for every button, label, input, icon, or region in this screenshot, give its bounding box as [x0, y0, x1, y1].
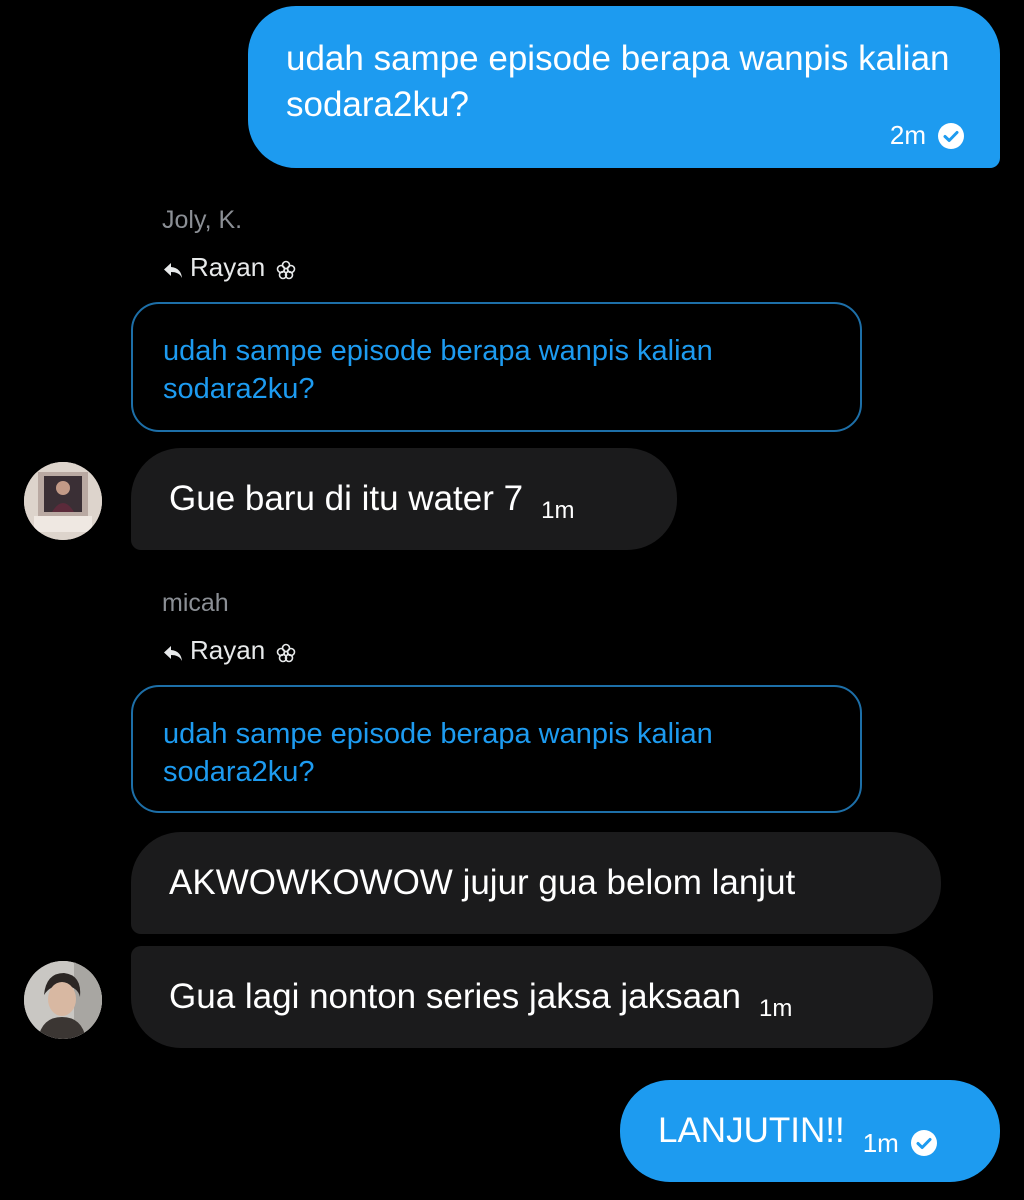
outgoing-message-bubble[interactable]: LANJUTIN!! 1m — [620, 1080, 1000, 1182]
reply-arrow-icon — [162, 257, 184, 279]
flower-icon — [275, 257, 297, 279]
flower-icon — [275, 640, 297, 662]
message-time: 1m — [862, 1127, 899, 1158]
quoted-message[interactable]: udah sampe episode berapa wanpis kalian … — [131, 685, 862, 813]
avatar[interactable] — [24, 462, 102, 540]
sender-name: micah — [162, 589, 229, 617]
message-meta: 1m — [863, 1128, 937, 1159]
message-text: Gue baru di itu water 7 — [169, 479, 524, 518]
message-time: 1m — [541, 497, 575, 524]
incoming-message-bubble[interactable]: AKWOWKOWOW jujur gua belom lanjut — [131, 832, 941, 934]
quoted-message[interactable]: udah sampe episode berapa wanpis kalian … — [131, 302, 862, 432]
message-text: AKWOWKOWOW jujur gua belom lanjut — [169, 863, 796, 902]
reply-indicator: Rayan — [162, 635, 297, 666]
message-text: LANJUTIN!! — [658, 1111, 845, 1150]
reply-indicator: Rayan — [162, 252, 297, 283]
reply-arrow-icon — [162, 640, 184, 662]
message-meta: 2m — [890, 120, 964, 151]
check-circle-icon — [938, 122, 964, 149]
avatar[interactable] — [24, 961, 102, 1039]
quoted-message-text: udah sampe episode berapa wanpis kalian … — [163, 335, 713, 405]
message-time: 2m — [889, 120, 926, 150]
outgoing-message-bubble[interactable]: udah sampe episode berapa wanpis kalian … — [248, 6, 1000, 168]
check-circle-icon — [910, 1130, 937, 1156]
reply-to-name: Rayan — [190, 635, 266, 665]
incoming-message-bubble[interactable]: Gua lagi nonton series jaksa jaksaan 1m — [131, 946, 933, 1048]
message-time: 1m — [759, 995, 793, 1022]
message-text: Gua lagi nonton series jaksa jaksaan — [169, 977, 742, 1016]
incoming-message-bubble[interactable]: Gue baru di itu water 7 1m — [131, 448, 677, 550]
sender-name: Joly, K. — [162, 206, 243, 234]
message-text: udah sampe episode berapa wanpis kalian … — [286, 39, 950, 124]
reply-to-name: Rayan — [190, 252, 266, 282]
quoted-message-text: udah sampe episode berapa wanpis kalian … — [163, 718, 713, 788]
